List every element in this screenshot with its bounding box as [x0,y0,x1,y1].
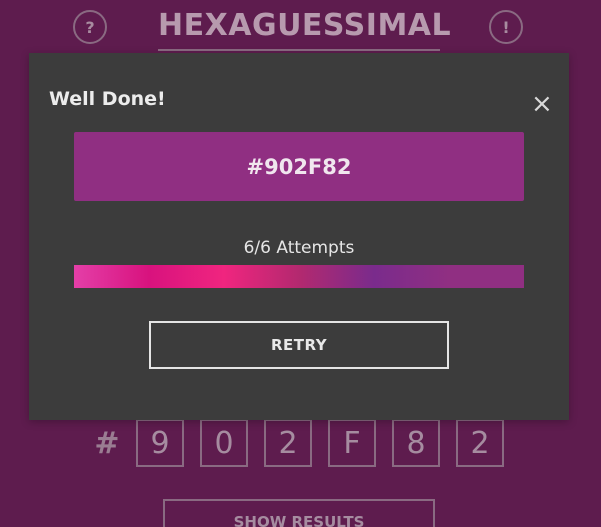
hex-digit-box[interactable]: 2 [456,419,504,467]
hash-symbol: # [94,425,120,461]
attempt-color-segment [374,265,449,288]
help-button[interactable]: ? [73,10,107,44]
hex-input-row: # 9 0 2 F 8 2 [92,419,520,467]
modal-title: Well Done! [49,88,166,110]
hex-digit-box[interactable]: 8 [392,419,440,467]
attempt-color-segment [149,265,224,288]
target-hex-label: #902F82 [246,154,352,179]
attempt-color-segment [74,265,149,288]
target-color-swatch: #902F82 [74,132,524,201]
info-button[interactable]: ! [489,10,523,44]
attempts-label: 6/6 Attempts [243,238,355,258]
game-title: HEXAGUESSIMAL [158,6,451,51]
attempt-history-bar [74,265,524,288]
retry-button[interactable]: RETRY [149,321,449,369]
attempt-color-segment [299,265,374,288]
hex-digit-box[interactable]: F [328,419,376,467]
attempt-color-segment [224,265,299,288]
attempt-color-segment [449,265,524,288]
hex-digit-box[interactable]: 9 [136,419,184,467]
hex-digit-box[interactable]: 0 [200,419,248,467]
show-results-button[interactable]: SHOW RESULTS [163,499,435,527]
result-modal: Well Done! × #902F82 6/6 Attempts RETRY [29,53,569,420]
game-screen: ? HEXAGUESSIMAL ! # 9 0 2 F 8 2 SHOW RES… [0,0,601,527]
close-icon[interactable]: × [531,91,553,117]
hex-digit-box[interactable]: 2 [264,419,312,467]
